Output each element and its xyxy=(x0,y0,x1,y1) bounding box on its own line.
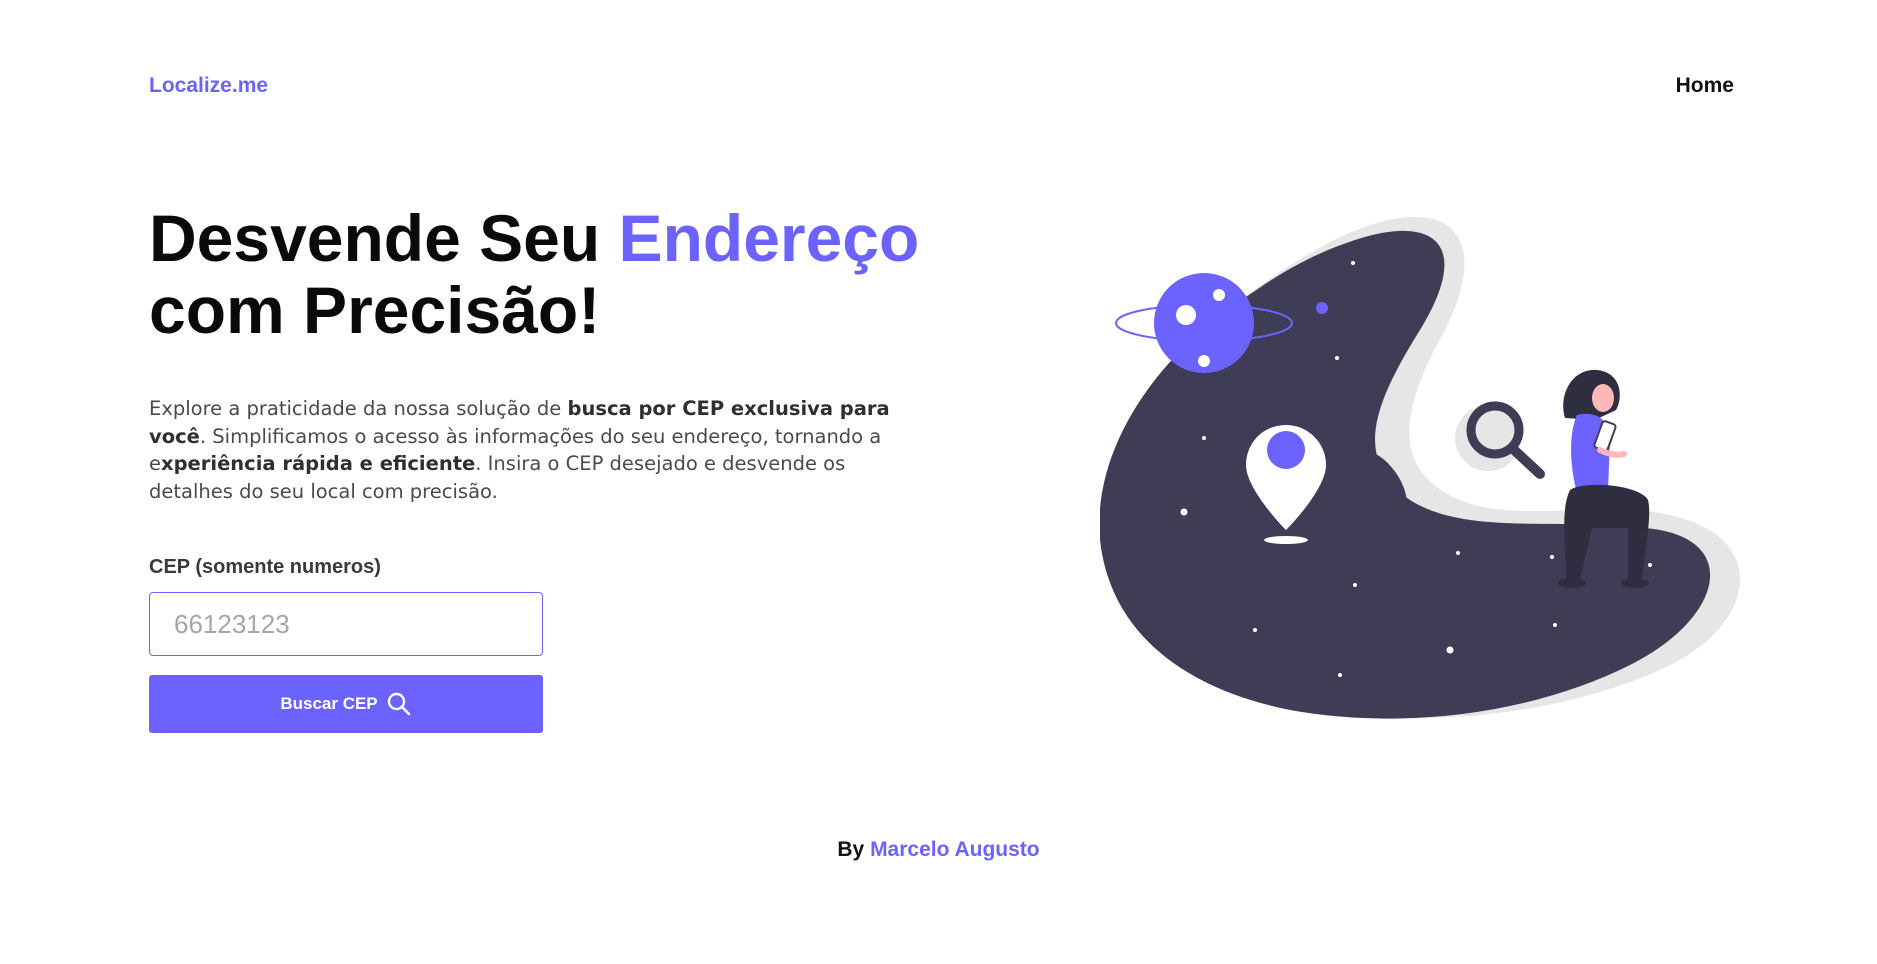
author-link[interactable]: Marcelo Augusto xyxy=(870,838,1040,861)
logo-link[interactable]: Localize.me xyxy=(149,74,268,98)
search-icon xyxy=(386,691,412,717)
credit-by: By xyxy=(837,838,865,861)
hero-title-part1: Desvende Seu xyxy=(149,201,619,275)
hero-title-accent: Endereço xyxy=(618,201,920,275)
magnifier-icon xyxy=(1455,401,1545,479)
intro-text-1: Explore a praticidade da nossa solução d… xyxy=(149,397,568,420)
search-cep-button[interactable]: Buscar CEP xyxy=(149,675,543,733)
intro-paragraph: Explore a praticidade da nossa solução d… xyxy=(149,395,929,505)
page: Localize.me Home Desvende Seu Endereço c… xyxy=(0,0,1877,964)
footer-credit: By Marcelo Augusto xyxy=(0,838,1877,862)
cep-label: CEP (somente numeros) xyxy=(149,556,381,578)
intro-bold-2: xperiência rápida e eficiente xyxy=(161,452,476,475)
hero-title: Desvende Seu Endereço com Precisão! xyxy=(149,202,919,346)
hero-title-part2: com Precisão! xyxy=(149,273,601,347)
cep-input[interactable] xyxy=(149,592,543,656)
planet-moon xyxy=(1316,302,1328,314)
nav-home-link[interactable]: Home xyxy=(1676,74,1734,98)
hero-illustration xyxy=(1099,210,1755,730)
search-cep-button-label: Buscar CEP xyxy=(280,694,378,713)
